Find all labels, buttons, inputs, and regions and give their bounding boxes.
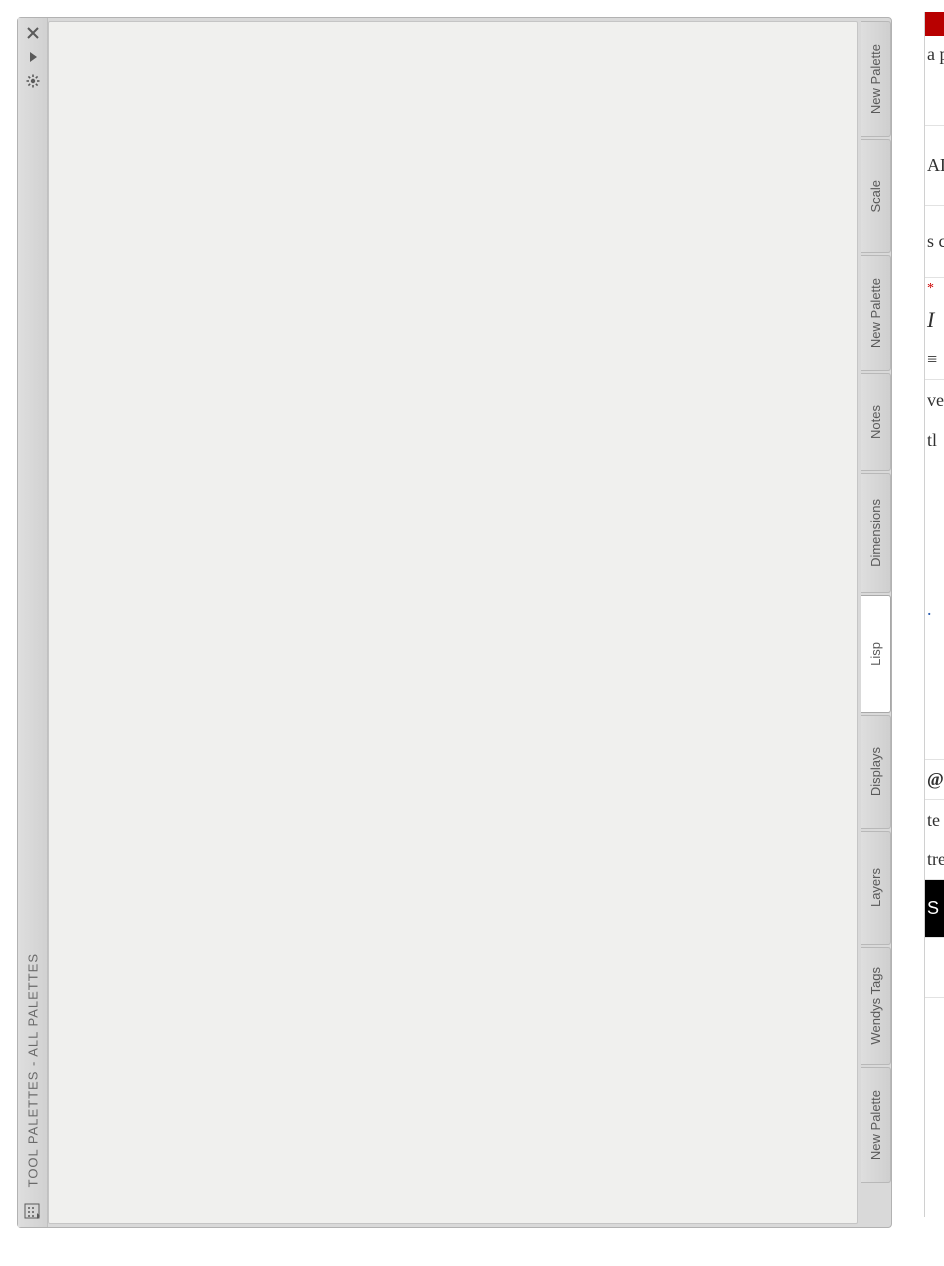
- palette-grip-icon[interactable]: [24, 1203, 42, 1221]
- tool-palettes-window[interactable]: TOOL PALETTES - ALL PALETTES New Palette…: [17, 17, 892, 1228]
- tab-label: Dimensions: [868, 499, 883, 567]
- bg-text-fragment: ve: [925, 380, 944, 420]
- bg-required-star: *: [925, 278, 944, 300]
- tab-label: Scale: [868, 180, 883, 213]
- properties-gear-icon[interactable]: [24, 72, 42, 90]
- close-icon[interactable]: [24, 24, 42, 42]
- bg-text-fragment: a p: [925, 36, 944, 126]
- palette-tab-dimensions[interactable]: Dimensions: [861, 473, 891, 593]
- bg-text-fragment: s c: [925, 206, 944, 278]
- bg-red-banner: [925, 12, 944, 36]
- palette-content-area[interactable]: [48, 21, 858, 1224]
- palette-tab-strip: New Palette Scale New Palette Notes Dimensio…: [861, 18, 891, 1227]
- bg-text-fragment: tl: [925, 420, 944, 460]
- bg-dark-button-fragment: S: [925, 880, 944, 938]
- palette-tab-new-palette[interactable]: New Palette: [861, 255, 891, 371]
- palette-tab-wendys-tags[interactable]: Wendys Tags: [861, 947, 891, 1065]
- palette-tab-layers[interactable]: Layers: [861, 831, 891, 945]
- bg-italic-fragment: I: [925, 300, 944, 340]
- bg-text-fragment: AD: [925, 126, 944, 206]
- palette-title: TOOL PALETTES - ALL PALETTES: [25, 953, 40, 1187]
- tab-label: New Palette: [868, 44, 883, 114]
- tab-label: New Palette: [868, 278, 883, 348]
- palette-tab-notes[interactable]: Notes: [861, 373, 891, 471]
- palette-tab-new-palette[interactable]: New Palette: [861, 1067, 891, 1183]
- bg-at-fragment: @: [925, 760, 944, 800]
- background-page-fragment: a p AD s c * I ≡ ve tl . @ te tre S: [924, 12, 944, 1217]
- palette-tab-lisp[interactable]: Lisp: [861, 595, 891, 713]
- bg-align-fragment: ≡: [925, 340, 944, 380]
- tab-label: Notes: [868, 405, 883, 439]
- bg-text-fragment: .: [925, 460, 944, 760]
- palette-titlebar[interactable]: TOOL PALETTES - ALL PALETTES: [18, 18, 48, 1227]
- tab-label: New Palette: [868, 1090, 883, 1160]
- palette-tab-new-palette[interactable]: New Palette: [861, 21, 891, 137]
- tab-label: Layers: [868, 868, 883, 907]
- bg-text-fragment: tre: [925, 840, 944, 880]
- palette-tab-scale[interactable]: Scale: [861, 139, 891, 253]
- bg-text-fragment: te: [925, 800, 944, 840]
- autohide-icon[interactable]: [24, 48, 42, 66]
- tab-label: Wendys Tags: [868, 967, 883, 1045]
- palette-tab-displays[interactable]: Displays: [861, 715, 891, 829]
- bg-text-fragment: [925, 938, 944, 998]
- tab-label: Lisp: [868, 642, 883, 666]
- tab-label: Displays: [868, 747, 883, 796]
